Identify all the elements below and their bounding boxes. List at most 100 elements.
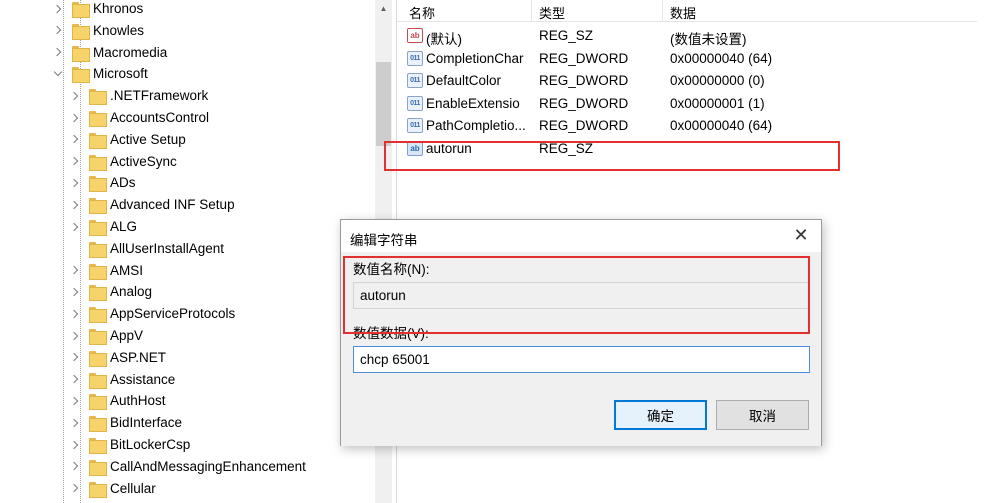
chevron-right-icon[interactable] (70, 440, 80, 450)
tree-item[interactable]: Analog (70, 281, 152, 302)
registry-key-tree[interactable]: Khronos Knowles Macromedia Microsoft .NETFra… (0, 0, 375, 503)
tree-item-label: Cellular (110, 480, 156, 496)
chevron-right-icon[interactable] (70, 331, 80, 341)
column-header-data[interactable]: 数据 (670, 3, 696, 22)
chevron-right-icon[interactable] (70, 461, 80, 471)
column-header-type[interactable]: 类型 (539, 3, 565, 22)
dword-value-icon: 011 (407, 50, 423, 66)
tree-item-label: AppServiceProtocols (110, 306, 236, 322)
chevron-right-icon[interactable] (70, 309, 80, 319)
tree-item[interactable]: BitLockerCsp (70, 434, 190, 455)
folder-icon (89, 241, 107, 258)
tree-item[interactable]: ADs (70, 172, 136, 193)
tree-item[interactable]: ALG (70, 216, 137, 237)
chevron-right-icon[interactable] (70, 418, 80, 428)
ok-button[interactable]: 确定 (614, 400, 707, 430)
folder-icon (89, 154, 107, 171)
value-data-field[interactable]: chcp 65001 (353, 346, 810, 373)
tree-item[interactable]: BidInterface (70, 412, 182, 433)
tree-item[interactable]: Microsoft (53, 63, 148, 84)
folder-icon (89, 197, 107, 215)
column-separator[interactable] (662, 0, 663, 22)
column-separator[interactable] (531, 0, 532, 22)
folder-icon (89, 372, 107, 389)
value-name-highlight (343, 256, 810, 334)
tree-item-label: AppV (110, 328, 144, 343)
chevron-right-icon[interactable] (70, 374, 80, 384)
chevron-right-icon[interactable] (70, 265, 80, 275)
chevron-right-icon[interactable] (70, 113, 80, 123)
tree-item[interactable]: AppV (70, 325, 143, 346)
tree-item[interactable]: Cellular (70, 478, 156, 499)
folder-icon (89, 175, 107, 193)
chevron-right-icon[interactable] (70, 287, 80, 297)
tree-item-label: ActiveSync (110, 153, 177, 169)
tree-item[interactable]: Khronos (53, 0, 143, 19)
chevron-right-icon[interactable] (70, 200, 80, 210)
column-header-name[interactable]: 名称 (409, 3, 435, 22)
tree-item[interactable]: CallAndMessagingEnhancement (70, 456, 306, 477)
value-name: EnableExtensio (426, 95, 520, 111)
folder-icon (89, 393, 107, 411)
chevron-right-icon[interactable] (70, 134, 80, 144)
chevron-right-icon[interactable] (70, 156, 80, 166)
value-type: REG_DWORD (539, 73, 629, 89)
tree-item-label: Analog (110, 284, 153, 300)
chevron-right-icon[interactable] (70, 483, 80, 493)
tree-item-label: Microsoft (93, 66, 148, 82)
value-type: REG_SZ (539, 28, 594, 43)
scrollbar-thumb[interactable] (376, 62, 391, 146)
tree-item-label: BidInterface (110, 415, 183, 431)
value-name: DefaultColor (426, 73, 502, 89)
close-icon[interactable]: ✕ (790, 224, 812, 246)
value-data: 0x00000040 (64) (670, 118, 773, 134)
list-item[interactable]: ab (默认) REG_SZ (数值未设置) (397, 25, 977, 47)
chevron-right-icon[interactable] (70, 91, 80, 101)
scroll-up-icon[interactable]: ▲ (375, 0, 392, 17)
tree-item-label: CallAndMessagingEnhancement (110, 458, 306, 474)
tree-item-label: Khronos (93, 1, 144, 16)
list-item[interactable]: 011 PathCompletio... REG_DWORD 0x00000040 (… (397, 115, 977, 137)
folder-icon (72, 1, 90, 18)
chevron-right-icon[interactable] (53, 4, 63, 14)
tree-item[interactable]: AuthHost (70, 390, 166, 411)
list-item[interactable]: 011 DefaultColor REG_DWORD 0x00000000 (0) (397, 70, 977, 92)
tree-item-label: ALG (110, 219, 138, 234)
tree-item[interactable]: Active Setup (70, 129, 186, 150)
tree-item[interactable]: Macromedia (53, 42, 167, 63)
chevron-right-icon[interactable] (53, 47, 63, 57)
tree-item-label: Knowles (93, 22, 145, 38)
chevron-right-icon[interactable] (70, 352, 80, 362)
value-name: (默认) (426, 32, 462, 47)
tree-item[interactable]: AccountsControl (70, 107, 209, 128)
tree-item-label: ADs (110, 175, 136, 191)
tree-item[interactable]: ASP.NET (70, 347, 166, 368)
chevron-right-icon[interactable] (53, 25, 63, 35)
tree-item[interactable]: AppServiceProtocols (70, 303, 235, 324)
value-type: REG_DWORD (539, 118, 629, 134)
chevron-down-icon[interactable] (53, 69, 63, 79)
tree-item[interactable]: Advanced INF Setup (70, 194, 235, 215)
tree-item-label: Assistance (110, 371, 176, 387)
string-value-icon: ab (407, 28, 423, 43)
tree-item[interactable]: AllUserInstallAgent (70, 238, 224, 259)
tree-item[interactable]: .NETFramework (70, 85, 208, 106)
chevron-right-icon[interactable] (70, 178, 80, 188)
tree-item[interactable]: ActiveSync (70, 151, 177, 172)
folder-icon (89, 328, 107, 345)
value-data: 0x00000001 (1) (670, 95, 765, 111)
chevron-right-icon[interactable] (70, 396, 80, 406)
value-name: CompletionChar (426, 50, 524, 66)
folder-icon (72, 23, 90, 40)
tree-item[interactable]: Assistance (70, 369, 175, 390)
chevron-right-icon[interactable] (70, 222, 80, 232)
list-item[interactable]: 011 EnableExtensio REG_DWORD 0x00000001 (1) (397, 93, 977, 115)
tree-item[interactable]: Knowles (53, 20, 144, 41)
list-item[interactable]: 011 CompletionChar REG_DWORD 0x00000040 (64… (397, 48, 977, 70)
folder-icon (89, 132, 107, 149)
folder-icon (72, 45, 90, 62)
cancel-button[interactable]: 取消 (716, 400, 809, 430)
tree-item[interactable]: AMSI (70, 260, 143, 281)
tree-item-label: AuthHost (110, 393, 166, 409)
